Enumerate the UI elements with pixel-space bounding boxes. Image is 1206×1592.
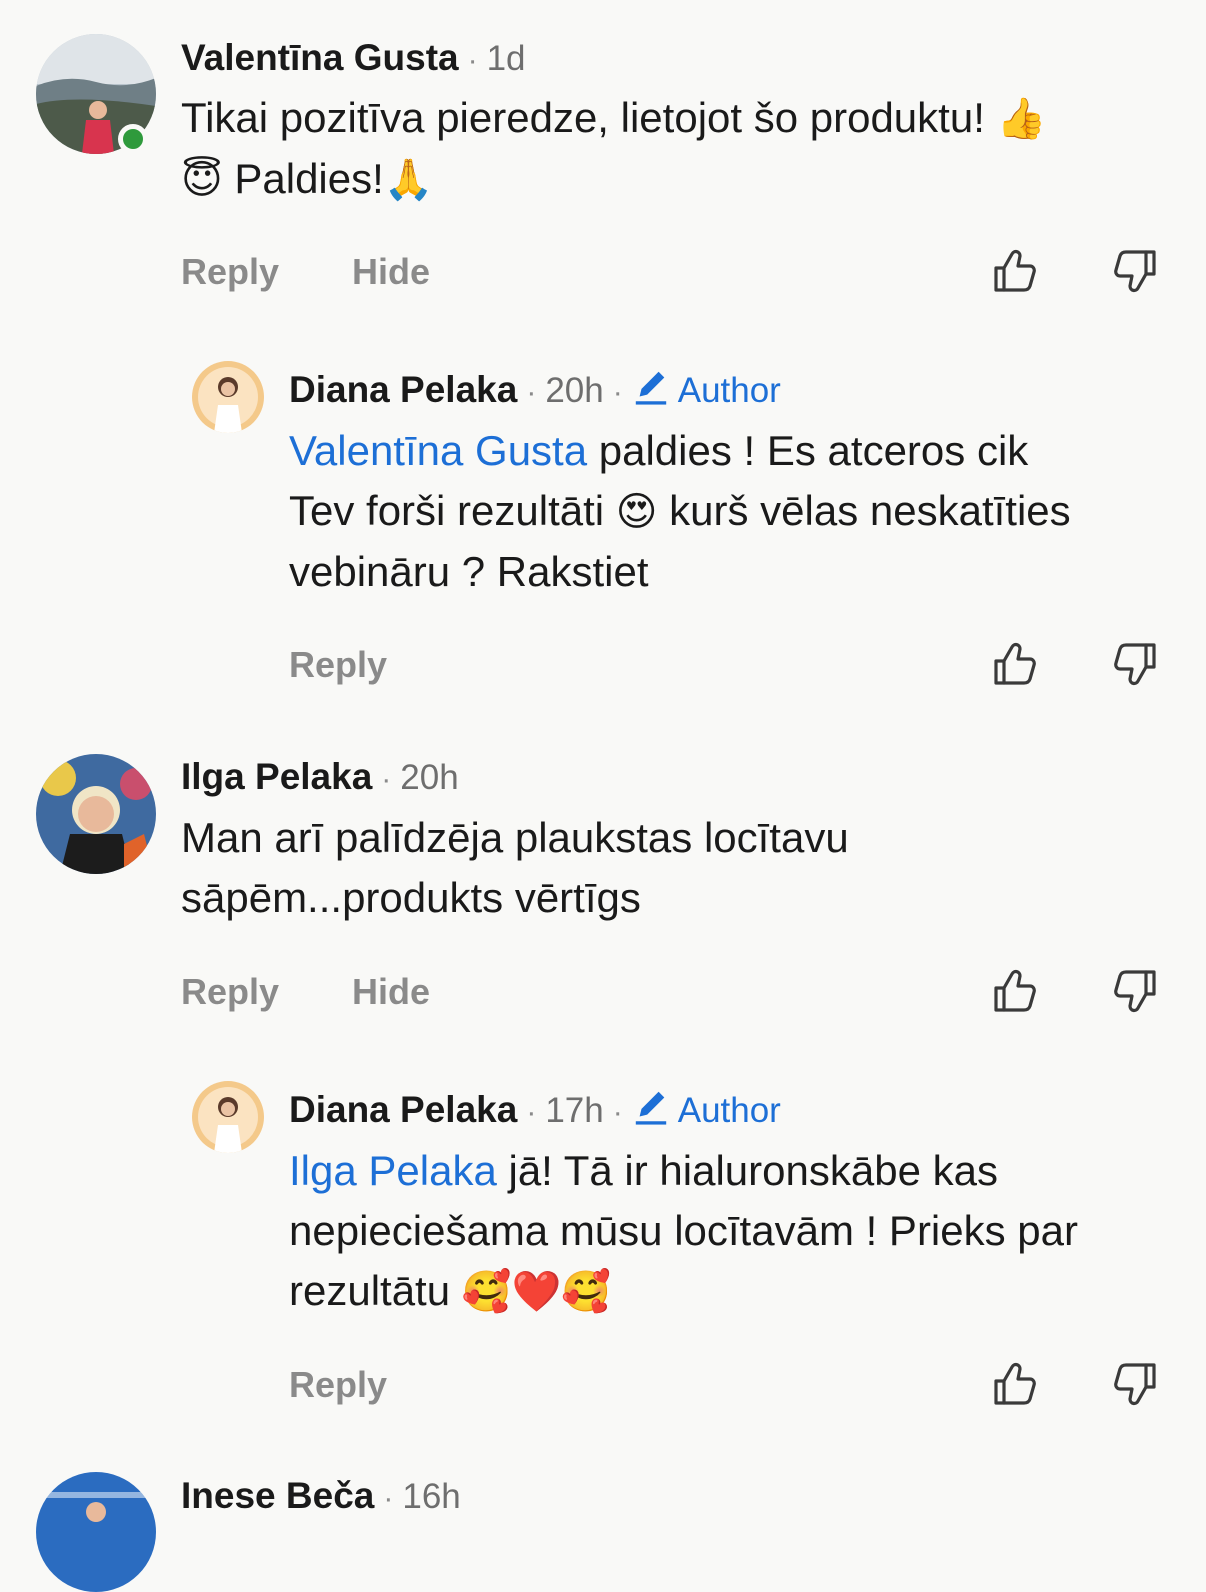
comment-inese: Inese Beča · 16h bbox=[0, 0, 1206, 1592]
commenter-name[interactable]: Inese Beča bbox=[181, 1475, 374, 1516]
separator-dot: · bbox=[383, 1482, 394, 1515]
avatar[interactable] bbox=[36, 1472, 156, 1592]
comment-header: Inese Beča · 16h bbox=[181, 1474, 461, 1521]
comment-time: 16h bbox=[402, 1477, 461, 1516]
